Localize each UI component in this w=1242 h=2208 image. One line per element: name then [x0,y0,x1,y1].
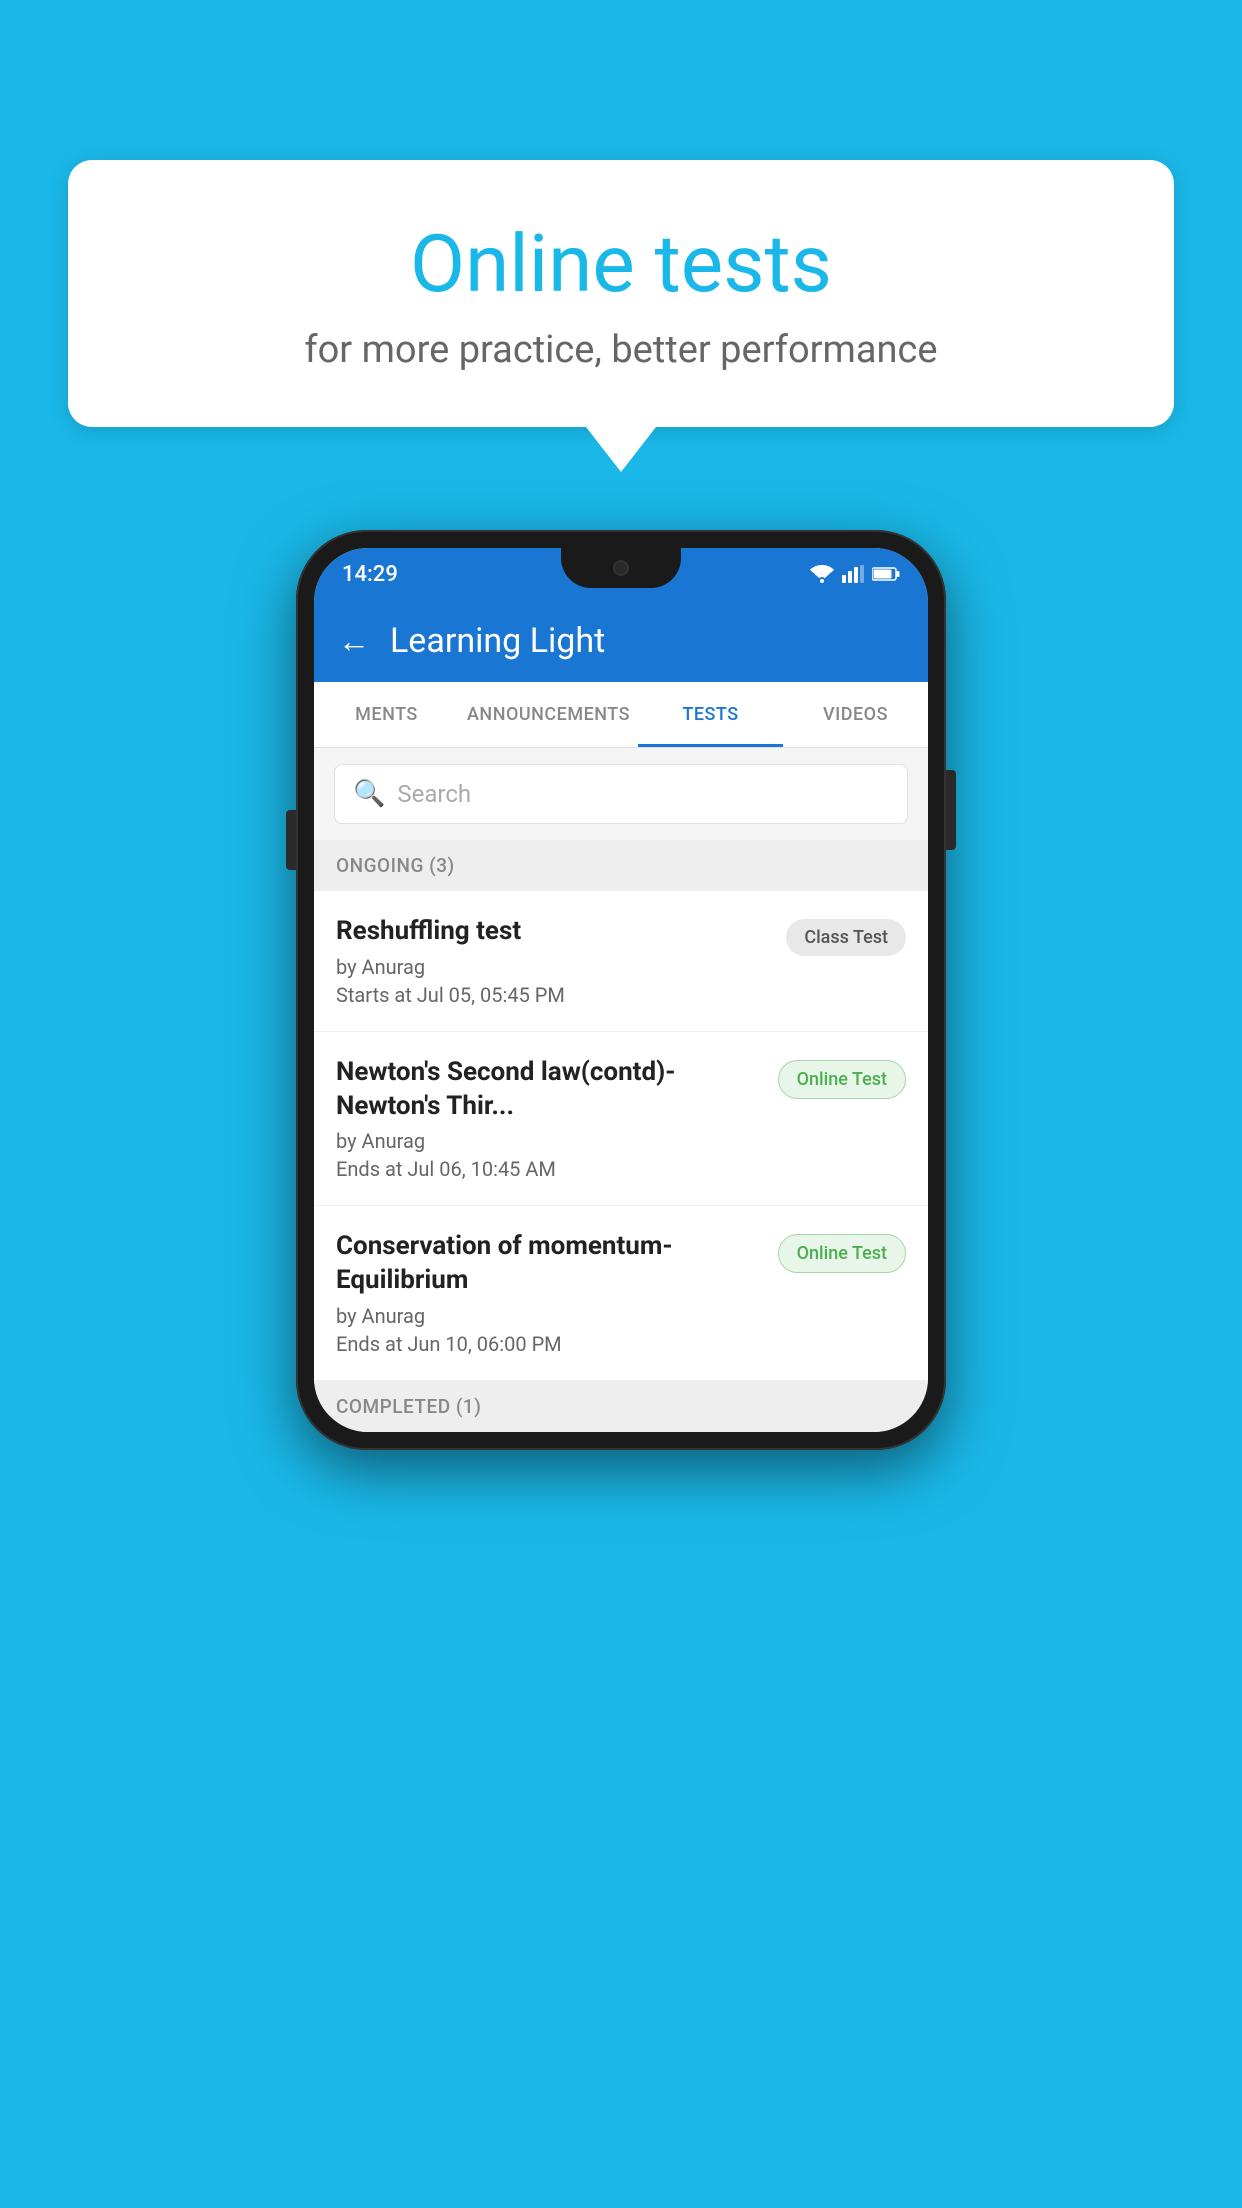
test-item-1[interactable]: Reshuffling test by Anurag Starts at Jul… [314,891,928,1032]
test-title-1: Reshuffling test [336,915,770,949]
app-bar: ← Learning Light [314,600,928,682]
search-icon: 🔍 [353,779,385,809]
bubble-tail [586,427,656,472]
signal-icon [842,565,864,583]
speech-bubble-container: Online tests for more practice, better p… [68,160,1174,472]
search-container: 🔍 Search [314,748,928,840]
test-author-2: by Anurag [336,1129,762,1153]
tab-tests[interactable]: TESTS [638,682,783,747]
speech-bubble: Online tests for more practice, better p… [68,160,1174,427]
search-input[interactable]: Search [397,780,471,808]
test-info-2: Newton's Second law(contd)-Newton's Thir… [336,1056,778,1182]
test-badge-1: Class Test [786,919,906,956]
wifi-icon [810,565,834,583]
test-author-1: by Anurag [336,955,770,979]
phone-frame: 14:29 [296,530,946,1450]
test-title-3: Conservation of momentum-Equilibrium [336,1230,762,1298]
status-icons [810,565,900,583]
tabs-container: MENTS ANNOUNCEMENTS TESTS VIDEOS [314,682,928,748]
back-button[interactable]: ← [338,622,370,660]
tab-ments[interactable]: MENTS [314,682,459,747]
status-bar: 14:29 [314,548,928,600]
phone-screen: 14:29 [314,548,928,1432]
test-item-3[interactable]: Conservation of momentum-Equilibrium by … [314,1206,928,1381]
tab-videos[interactable]: VIDEOS [783,682,928,747]
test-date-3: Ends at Jun 10, 06:00 PM [336,1332,762,1356]
ongoing-section-header: ONGOING (3) [314,840,928,891]
test-info-1: Reshuffling test by Anurag Starts at Jul… [336,915,786,1007]
test-info-3: Conservation of momentum-Equilibrium by … [336,1230,778,1356]
test-badge-3: Online Test [778,1234,906,1273]
test-item-2[interactable]: Newton's Second law(contd)-Newton's Thir… [314,1032,928,1207]
status-time: 14:29 [342,562,398,587]
search-bar[interactable]: 🔍 Search [334,764,908,824]
bubble-title: Online tests [108,220,1134,308]
phone-mockup: 14:29 [296,530,946,1450]
test-date-2: Ends at Jul 06, 10:45 AM [336,1157,762,1181]
completed-section-header: COMPLETED (1) [314,1381,928,1432]
test-title-2: Newton's Second law(contd)-Newton's Thir… [336,1056,762,1124]
notch-camera [613,560,629,576]
bubble-subtitle: for more practice, better performance [108,328,1134,372]
test-author-3: by Anurag [336,1304,762,1328]
test-badge-2: Online Test [778,1060,906,1099]
battery-icon [872,566,900,582]
app-bar-title: Learning Light [390,621,605,661]
notch [561,548,681,588]
tab-announcements[interactable]: ANNOUNCEMENTS [459,682,638,747]
test-date-1: Starts at Jul 05, 05:45 PM [336,983,770,1007]
